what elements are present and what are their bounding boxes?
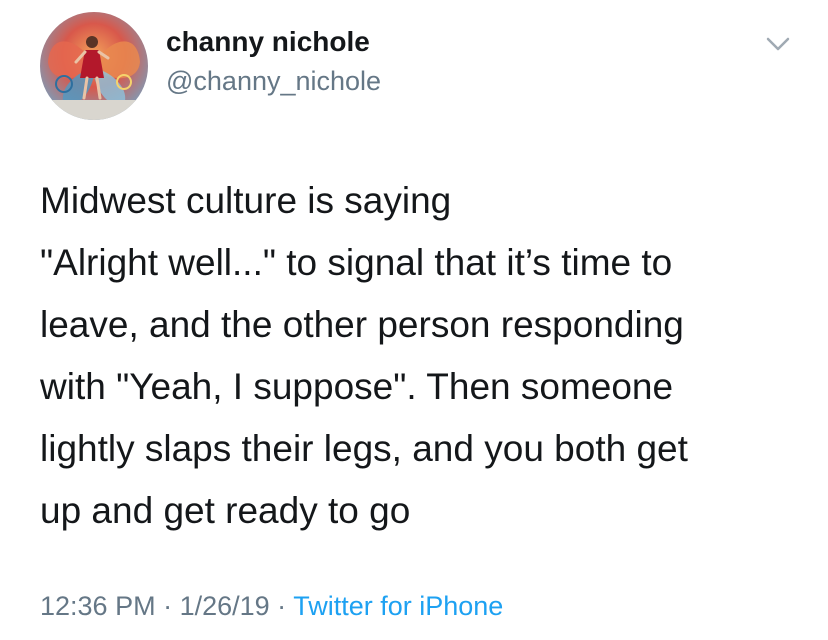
tweet-text-line: leave, and the other person responding [40,304,684,345]
meta-separator: · [155,591,180,621]
avatar-image [40,12,148,120]
tweet-text-line: up and get ready to go [40,490,411,531]
tweet-text: Midwest culture is saying "Alright well.… [40,170,810,542]
meta-separator: · [269,591,294,621]
tweet-text-line: "Alright well..." to signal that it’s ti… [40,242,673,283]
user-handle[interactable]: @channy_nichole [166,64,381,98]
tweet-text-line: Midwest culture is saying [40,180,452,221]
tweet-metadata: 12:36 PM · 1/26/19 · Twitter for iPhone [40,588,503,624]
tweet-source-link[interactable]: Twitter for iPhone [293,591,503,621]
tweet-time[interactable]: 12:36 PM [40,591,156,621]
tweet-card: channy nichole @channy_nichole Midwest c… [0,0,828,640]
tweet-text-line: with "Yeah, I suppose". Then someone [40,366,674,407]
display-name[interactable]: channy nichole [166,24,370,60]
tweet-date[interactable]: 1/26/19 [180,591,270,621]
avatar[interactable] [40,12,148,120]
tweet-text-line: lightly slaps their legs, and you both g… [40,428,688,469]
chevron-down-icon[interactable] [764,34,792,54]
